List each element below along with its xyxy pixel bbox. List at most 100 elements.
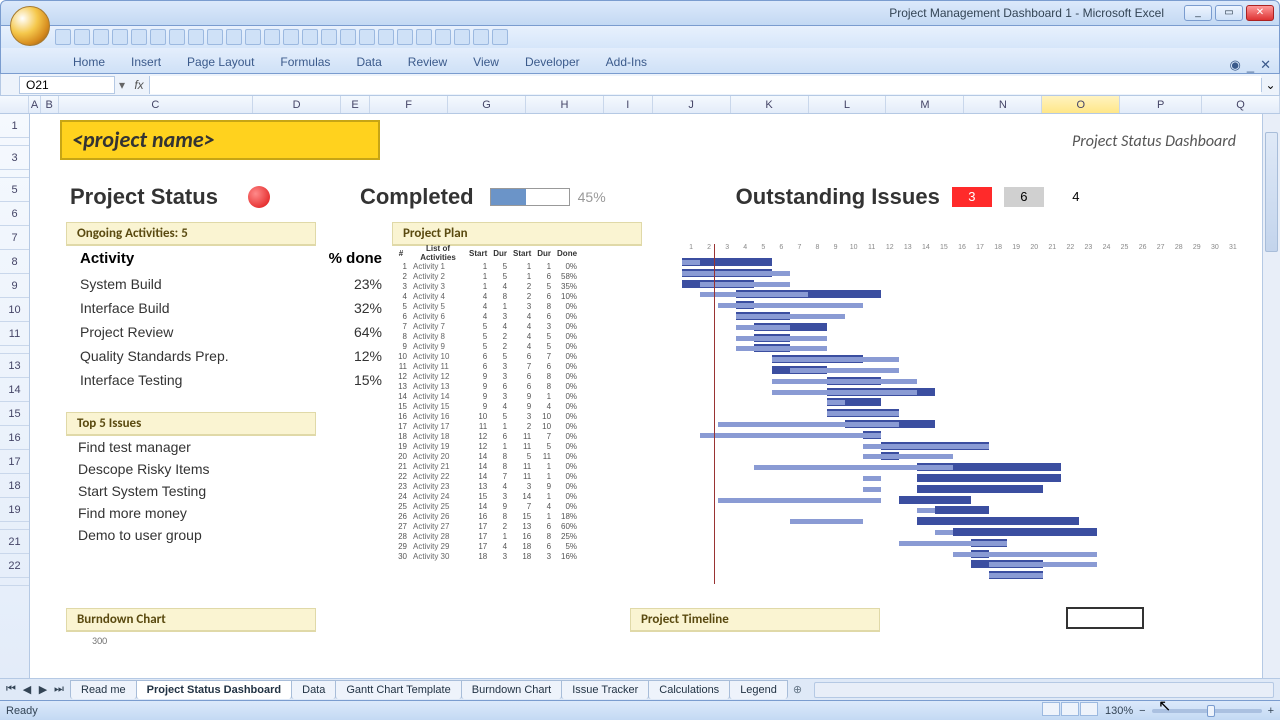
row-header[interactable]: [0, 170, 29, 178]
view-buttons[interactable]: [1042, 702, 1099, 719]
horizontal-scrollbar[interactable]: [814, 682, 1274, 698]
qat-icon[interactable]: [283, 29, 299, 45]
qat-icon[interactable]: [112, 29, 128, 45]
qat-icon[interactable]: [397, 29, 413, 45]
row-header[interactable]: 5: [0, 178, 29, 202]
tab-nav-first-icon[interactable]: ⏮: [4, 683, 18, 696]
qat-icon[interactable]: [207, 29, 223, 45]
qat-icon[interactable]: [93, 29, 109, 45]
col-header[interactable]: H: [526, 96, 604, 113]
qat-icon[interactable]: [264, 29, 280, 45]
col-header[interactable]: A: [29, 96, 41, 113]
qat-icon[interactable]: [340, 29, 356, 45]
maximize-button[interactable]: ▭: [1215, 5, 1243, 21]
qat-icon[interactable]: [416, 29, 432, 45]
tab-nav-last-icon[interactable]: ⏭: [52, 683, 66, 696]
namebox-dropdown-icon[interactable]: ▾: [115, 78, 129, 92]
ribbon-close-icon[interactable]: ✕: [1260, 57, 1271, 73]
col-header[interactable]: B: [41, 96, 59, 113]
zoom-pct[interactable]: 130%: [1105, 705, 1133, 717]
ribbon-tab-view[interactable]: View: [461, 51, 511, 73]
qat-icon[interactable]: [321, 29, 337, 45]
sheet-tab[interactable]: Calculations: [648, 680, 730, 699]
qat-icon[interactable]: [74, 29, 90, 45]
ribbon-tab-developer[interactable]: Developer: [513, 51, 592, 73]
qat-icon[interactable]: [150, 29, 166, 45]
row-header[interactable]: [0, 346, 29, 354]
tab-nav-prev-icon[interactable]: ◀: [20, 683, 34, 696]
formula-input[interactable]: [149, 76, 1261, 94]
minimize-button[interactable]: _: [1184, 5, 1212, 21]
ribbon-tab-review[interactable]: Review: [396, 51, 459, 73]
project-name-cell[interactable]: <project name>: [60, 120, 380, 160]
col-header[interactable]: F: [370, 96, 448, 113]
row-header[interactable]: 13: [0, 354, 29, 378]
zoom-in-icon[interactable]: +: [1268, 705, 1274, 717]
row-header[interactable]: 22: [0, 554, 29, 578]
row-header[interactable]: 6: [0, 202, 29, 226]
col-header[interactable]: J: [653, 96, 731, 113]
col-header[interactable]: L: [809, 96, 887, 113]
row-header[interactable]: [0, 522, 29, 530]
row-header[interactable]: 9: [0, 274, 29, 298]
formula-expand-icon[interactable]: ⌄: [1261, 78, 1279, 92]
sheet-tab[interactable]: Issue Tracker: [561, 680, 649, 699]
office-orb[interactable]: [10, 6, 50, 46]
qat-icon[interactable]: [473, 29, 489, 45]
row-header[interactable]: 14: [0, 378, 29, 402]
row-header[interactable]: 15: [0, 402, 29, 426]
row-header[interactable]: 7: [0, 226, 29, 250]
sheet-tab[interactable]: Legend: [729, 680, 788, 699]
ribbon-tab-formulas[interactable]: Formulas: [268, 51, 342, 73]
col-header[interactable]: Q: [1202, 96, 1280, 113]
new-sheet-icon[interactable]: ⊕: [787, 683, 808, 696]
ribbon-tab-data[interactable]: Data: [344, 51, 393, 73]
qat-icon[interactable]: [131, 29, 147, 45]
close-button[interactable]: ✕: [1246, 5, 1274, 21]
qat-icon[interactable]: [454, 29, 470, 45]
zoom-slider[interactable]: [1152, 709, 1262, 713]
row-header[interactable]: 16: [0, 426, 29, 450]
col-header[interactable]: E: [341, 96, 370, 113]
row-header[interactable]: 1: [0, 114, 29, 138]
sheet-tab[interactable]: Gantt Chart Template: [335, 680, 461, 699]
sheet-tab[interactable]: Read me: [70, 680, 137, 699]
row-header[interactable]: 11: [0, 322, 29, 346]
qat-icon[interactable]: [226, 29, 242, 45]
qat-icon[interactable]: [492, 29, 508, 45]
ribbon-tab-page-layout[interactable]: Page Layout: [175, 51, 266, 73]
col-header[interactable]: [0, 96, 29, 113]
col-header[interactable]: P: [1120, 96, 1202, 113]
col-header[interactable]: N: [964, 96, 1042, 113]
row-header[interactable]: 8: [0, 250, 29, 274]
col-header[interactable]: D: [253, 96, 341, 113]
qat-icon[interactable]: [245, 29, 261, 45]
qat-icon[interactable]: [188, 29, 204, 45]
qat-icon[interactable]: [302, 29, 318, 45]
row-header[interactable]: 10: [0, 298, 29, 322]
col-header[interactable]: G: [448, 96, 526, 113]
qat-icon[interactable]: [169, 29, 185, 45]
ribbon-tab-add-ins[interactable]: Add-Ins: [594, 51, 659, 73]
sheet-tab[interactable]: Data: [291, 680, 336, 699]
zoom-out-icon[interactable]: −: [1139, 705, 1145, 717]
ribbon-min-icon[interactable]: _: [1247, 58, 1254, 73]
qat-icon[interactable]: [435, 29, 451, 45]
row-header[interactable]: 17: [0, 450, 29, 474]
row-header[interactable]: 21: [0, 530, 29, 554]
qat-icon[interactable]: [378, 29, 394, 45]
col-header[interactable]: I: [604, 96, 653, 113]
row-header[interactable]: 18: [0, 474, 29, 498]
col-header[interactable]: C: [59, 96, 254, 113]
ribbon-tab-home[interactable]: Home: [61, 51, 117, 73]
sheet-tab[interactable]: Burndown Chart: [461, 680, 563, 699]
row-header[interactable]: [0, 138, 29, 146]
col-header[interactable]: M: [886, 96, 964, 113]
ribbon-tab-insert[interactable]: Insert: [119, 51, 173, 73]
qat-icon[interactable]: [55, 29, 71, 45]
qat-icon[interactable]: [359, 29, 375, 45]
row-header[interactable]: 19: [0, 498, 29, 522]
vertical-scrollbar[interactable]: [1262, 114, 1280, 678]
tab-nav-next-icon[interactable]: ▶: [36, 683, 50, 696]
row-header[interactable]: [0, 578, 29, 586]
